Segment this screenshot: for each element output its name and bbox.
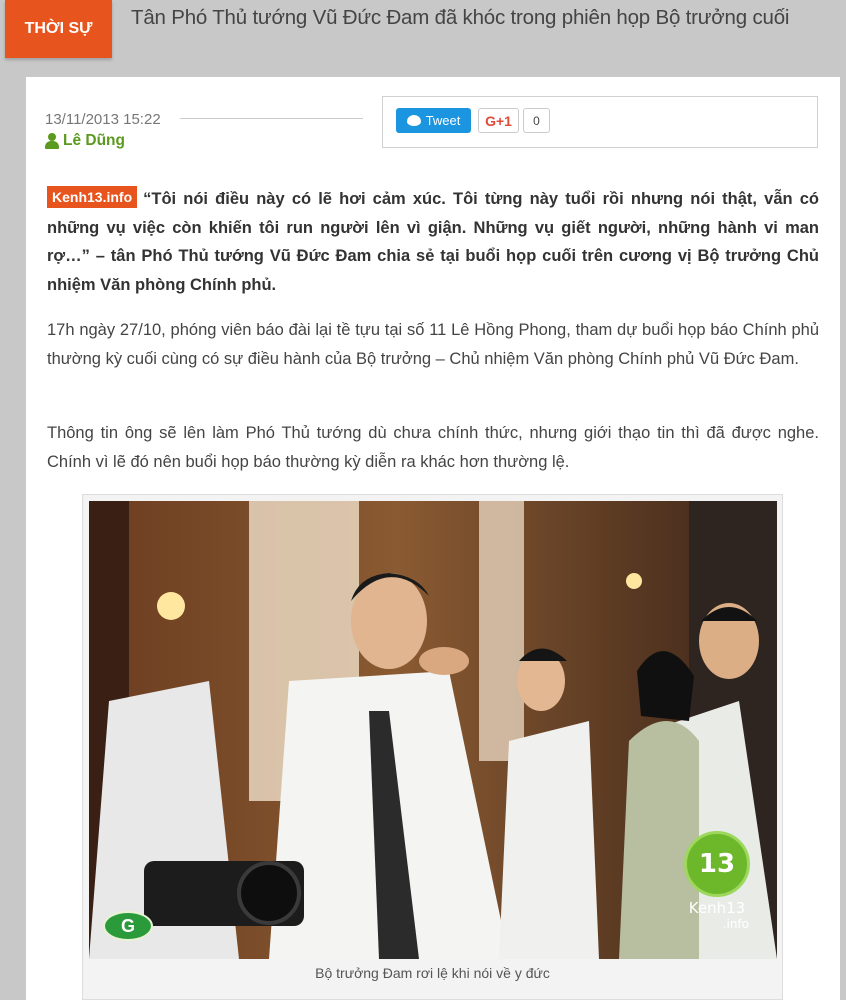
- article-header: THỜI SỰ Tân Phó Thủ tướng Vũ Đức Đam đã …: [0, 0, 846, 77]
- watermark-badge: 13: [684, 831, 750, 897]
- category-badge[interactable]: THỜI SỰ: [5, 0, 112, 58]
- meta-divider: [180, 118, 363, 119]
- figure-caption: Bộ trưởng Đam rơi lệ khi nói về y đức: [315, 965, 550, 981]
- article-paragraph: Thông tin ông sẽ lên làm Phó Thủ tướng d…: [47, 424, 819, 471]
- watermark-text: Kenh13: [688, 899, 746, 917]
- corner-logo: G: [103, 911, 153, 941]
- gplus-button[interactable]: G+1: [478, 108, 519, 133]
- publish-date: 13/11/2013 15:22: [45, 111, 161, 128]
- photo-scene: [89, 501, 777, 959]
- author-name: Lê Dũng: [63, 132, 125, 149]
- watermark-logo: 13 Kenh13 .info: [677, 831, 757, 931]
- author[interactable]: Lê Dũng: [45, 132, 125, 150]
- article-paragraph: 17h ngày 27/10, phóng viên báo đài lại t…: [47, 321, 819, 368]
- lead-text: “Tôi nói điều này có lẽ hơi cảm xúc. Tôi…: [47, 190, 819, 294]
- article-photo[interactable]: G 13 Kenh13 .info: [89, 501, 777, 959]
- watermark-subtext: .info: [722, 917, 749, 931]
- article-headline: Tân Phó Thủ tướng Vũ Đức Đam đã khóc tro…: [131, 6, 790, 29]
- article-lead: Kenh13.info “Tôi nói điều này có lẽ hơi c…: [47, 185, 819, 299]
- twitter-bird-icon: [406, 115, 421, 126]
- gplus-count: 0: [523, 108, 550, 133]
- article-figure: G 13 Kenh13 .info Bộ trưởng Đam rơi lệ k…: [82, 494, 783, 1000]
- source-tag: Kenh13.info: [47, 186, 138, 208]
- share-bar: Tweet G+1 0: [382, 96, 818, 148]
- tweet-label: Tweet: [425, 113, 461, 128]
- tweet-button[interactable]: Tweet: [396, 108, 471, 133]
- user-icon: [45, 133, 59, 149]
